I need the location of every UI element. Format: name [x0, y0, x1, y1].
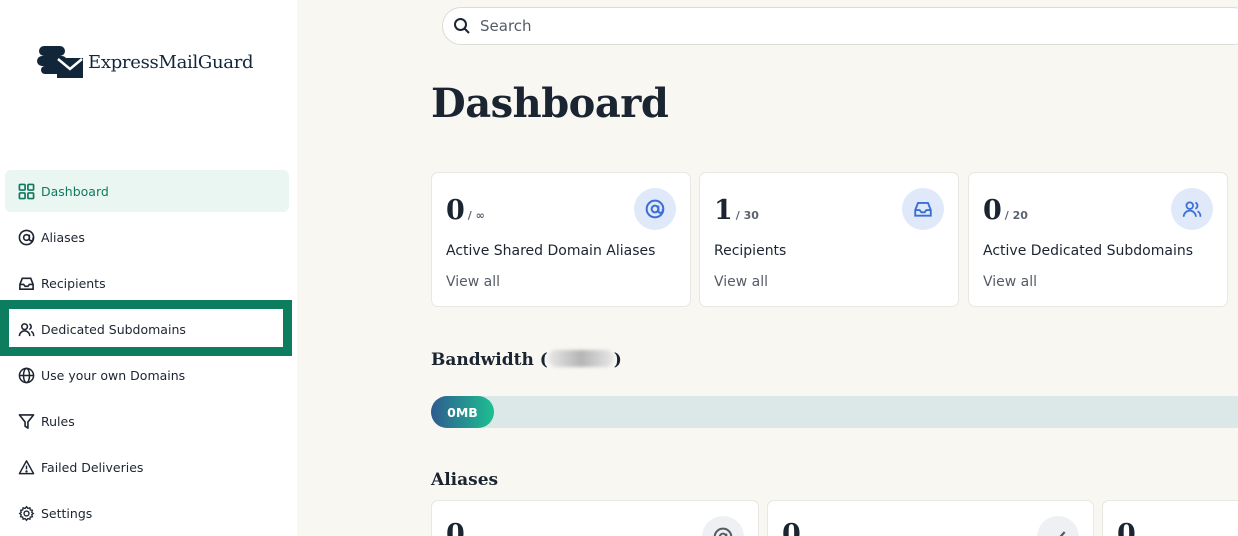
sidebar-item-label: Aliases: [41, 229, 85, 245]
stat-card-recipients: 1/ 30 Recipients View all: [699, 172, 959, 307]
at-sign-icon: [702, 516, 744, 536]
inbox-icon: [17, 274, 35, 292]
stat-value: 0: [446, 195, 465, 226]
bandwidth-title-suffix: ): [613, 350, 622, 370]
sidebar-item-aliases[interactable]: Aliases: [5, 216, 289, 258]
stat-label: Recipients: [714, 243, 787, 259]
sidebar-item-recipients[interactable]: Recipients: [5, 262, 289, 304]
sidebar-item-rules[interactable]: Rules: [5, 400, 289, 442]
users-icon: [1171, 188, 1213, 230]
aliases-section-title: Aliases: [431, 470, 499, 490]
view-all-link[interactable]: View all: [714, 274, 768, 290]
sidebar-item-own-domains[interactable]: Use your own Domains: [5, 354, 289, 396]
stat-card-dedicated-subdomains: 0/ 20 Active Dedicated Subdomains View a…: [968, 172, 1228, 307]
stat-value: 0: [983, 195, 1002, 226]
stat-value: 0: [446, 519, 465, 536]
view-all-link[interactable]: View all: [446, 274, 500, 290]
brand-name: ExpressMailGuard: [88, 51, 254, 73]
bandwidth-used-label: 0MB: [431, 396, 494, 428]
warning-triangle-icon: [17, 458, 35, 476]
grid-icon: [17, 182, 35, 200]
sidebar-item-label: Failed Deliveries: [41, 459, 144, 475]
brand-logo[interactable]: ExpressMailGuard: [37, 42, 254, 82]
stat-limit: / 30: [735, 209, 759, 222]
sidebar-item-label: Dedicated Subdomains: [41, 321, 186, 337]
sidebar-item-label: Rules: [41, 413, 75, 429]
search-icon: [454, 18, 470, 34]
stat-label: Active Shared Domain Aliases: [446, 243, 656, 259]
stat-card-shared-aliases: 0/ ∞ Active Shared Domain Aliases View a…: [431, 172, 691, 307]
bandwidth-title: Bandwidth (): [431, 350, 622, 370]
sidebar-item-label: Use your own Domains: [41, 367, 186, 383]
bandwidth-title-prefix: Bandwidth (: [431, 350, 548, 370]
alias-stat-card: 0: [431, 500, 759, 536]
stat-limit: / ∞: [467, 209, 485, 222]
globe-icon: [17, 366, 35, 384]
sidebar-item-label: Dashboard: [41, 183, 109, 199]
at-sign-icon: [17, 228, 35, 246]
filter-icon: [17, 412, 35, 430]
stat-label: Active Dedicated Subdomains: [983, 243, 1194, 259]
alias-stat-card: 0: [767, 500, 1094, 536]
sidebar-item-dashboard[interactable]: Dashboard: [5, 170, 289, 212]
bandwidth-progress-bar: 0MB: [431, 396, 1238, 428]
page-title: Dashboard: [431, 80, 669, 127]
search-bar[interactable]: [442, 7, 1238, 45]
stat-value: 1: [714, 195, 733, 226]
stat-value: 0: [782, 519, 801, 536]
logo-icon: [37, 46, 83, 78]
sidebar-item-label: Recipients: [41, 275, 106, 291]
at-sign-icon: [634, 188, 676, 230]
inbox-icon: [902, 188, 944, 230]
sidebar-nav: Dashboard Aliases Recipients Dedicated S…: [0, 170, 292, 536]
stat-value-wrap: 0/ ∞: [446, 195, 485, 226]
view-all-link[interactable]: View all: [983, 274, 1037, 290]
stat-value-wrap: 0/ 20: [983, 195, 1028, 226]
sidebar: ExpressMailGuard Dashboard Aliases Recip…: [0, 0, 297, 536]
stat-value-wrap: 1/ 30: [714, 195, 759, 226]
check-icon: [1037, 516, 1079, 536]
gear-icon: [17, 504, 35, 522]
redacted-period: [547, 350, 614, 367]
sidebar-item-settings[interactable]: Settings: [5, 492, 289, 534]
search-input[interactable]: [480, 17, 1180, 35]
sidebar-item-dedicated-subdomains[interactable]: Dedicated Subdomains: [0, 300, 292, 356]
alias-stat-card: 0: [1102, 500, 1238, 536]
sidebar-item-failed-deliveries[interactable]: Failed Deliveries: [5, 446, 289, 488]
stat-value: 0: [1117, 519, 1136, 536]
sidebar-item-label: Settings: [41, 505, 93, 521]
stat-limit: / 20: [1004, 209, 1028, 222]
users-icon: [17, 320, 35, 338]
